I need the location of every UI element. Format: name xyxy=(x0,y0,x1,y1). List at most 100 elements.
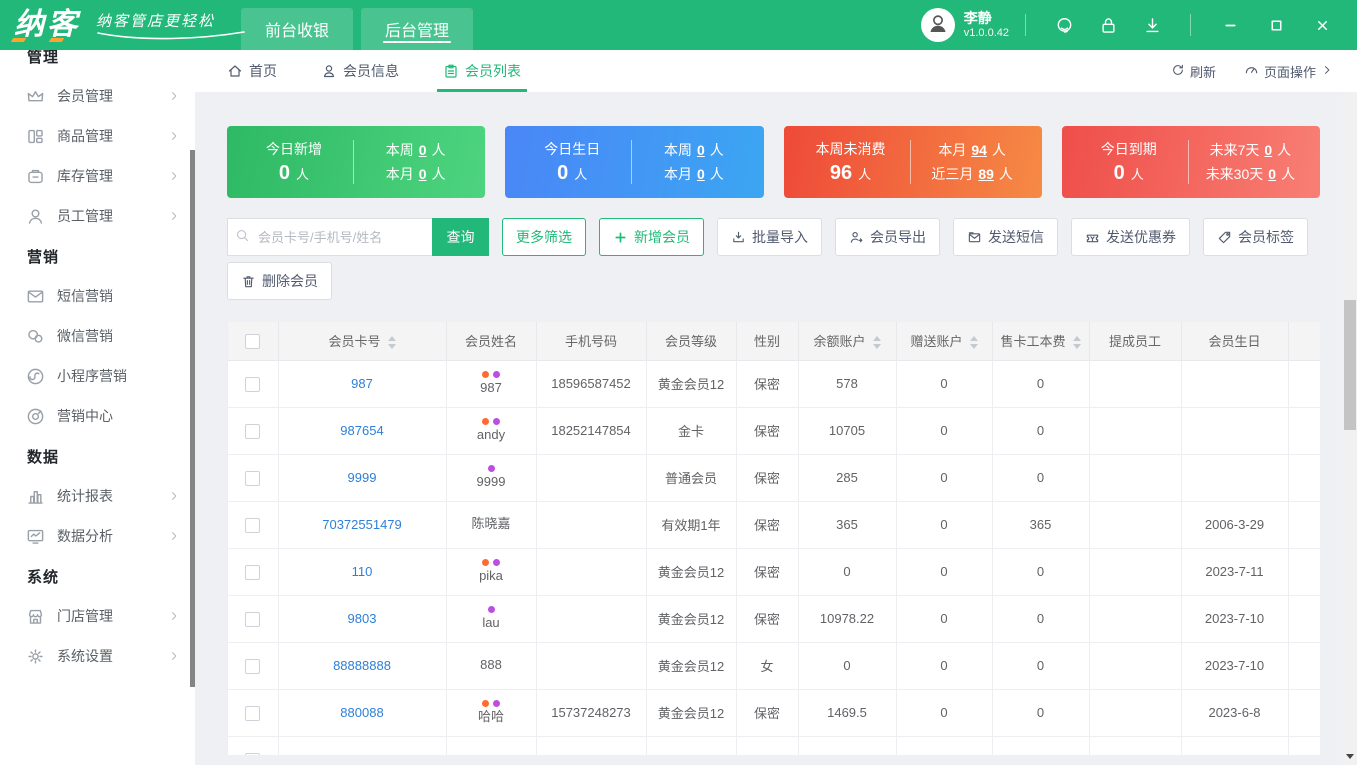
nav-tab-0[interactable]: 前台收银 xyxy=(241,8,354,50)
sidebar-item-label: 数据分析 xyxy=(57,528,113,544)
sidebar-item-0-0[interactable]: 会员管理 xyxy=(0,76,195,116)
tab-1[interactable]: 会员信息 xyxy=(321,50,399,92)
mail-button[interactable]: 发送短信 xyxy=(953,218,1058,256)
stat-detail-value-link[interactable]: 89 xyxy=(978,166,994,182)
member-card-link[interactable]: 9803 xyxy=(348,611,377,626)
row-checkbox[interactable] xyxy=(245,705,261,721)
sidebar-item-3-0[interactable]: 门店管理 xyxy=(0,596,195,636)
tab-2[interactable]: 会员列表 xyxy=(437,50,527,92)
table-header-7[interactable]: 赠送账户 xyxy=(896,322,993,361)
stat-detail-value-link[interactable]: 0 xyxy=(697,166,705,182)
member-name: 哈哈 xyxy=(447,699,536,725)
member-staff xyxy=(1089,642,1182,690)
member-card-link[interactable]: 70372551479 xyxy=(322,517,402,532)
scroll-down-button[interactable] xyxy=(1343,749,1357,763)
export-button[interactable]: 会员导出 xyxy=(835,218,940,256)
main-scrollbar[interactable] xyxy=(1343,92,1357,765)
sidebar-item-label: 微信营销 xyxy=(57,328,113,344)
member-card-link[interactable]: 987654 xyxy=(340,423,383,438)
stat-detail-value-link[interactable]: 0 xyxy=(1268,166,1276,182)
refresh-icon xyxy=(1171,63,1185,80)
main-scrollbar-thumb[interactable] xyxy=(1344,300,1356,430)
export-icon xyxy=(849,230,864,245)
sort-icon[interactable] xyxy=(872,336,881,350)
stat-detail-value-link[interactable]: 0 xyxy=(419,166,427,182)
member-level: 黄金会员12 xyxy=(646,642,737,690)
member-gender: 保密 xyxy=(736,454,799,502)
member-card-link[interactable]: 88888888 xyxy=(333,658,391,673)
app-tagline: 纳客管店更轻松 xyxy=(96,10,245,40)
tag-button[interactable]: 会员标签 xyxy=(1203,218,1308,256)
user-name: 李静 xyxy=(963,10,992,26)
row-checkbox[interactable] xyxy=(245,470,261,486)
search-input[interactable] xyxy=(227,218,432,256)
tabs: 首页 会员信息 会员列表 xyxy=(227,50,565,92)
sidebar-item-3-1[interactable]: 系统设置 xyxy=(0,636,195,676)
sidebar-item-1-0[interactable]: 短信营销 xyxy=(0,276,195,316)
download-icon[interactable] xyxy=(1130,0,1174,50)
topbar-icon-group xyxy=(1042,0,1174,50)
sidebar-item-1-2[interactable]: 小程序营销 xyxy=(0,356,195,396)
plus-button[interactable]: 新增会员 xyxy=(599,218,704,256)
table-header-0[interactable] xyxy=(228,322,279,361)
search-button[interactable]: 查询 xyxy=(432,218,489,256)
member-gift-account: 0 xyxy=(896,407,993,455)
row-checkbox[interactable] xyxy=(245,658,261,674)
table-header-4: 会员等级 xyxy=(646,322,737,361)
stat-detail-value-link[interactable]: 0 xyxy=(419,142,427,158)
member-gender: 保密 xyxy=(736,501,799,549)
member-card-link[interactable]: 987 xyxy=(351,376,373,391)
nav-tab-1[interactable]: 后台管理 xyxy=(361,8,474,50)
row-checkbox[interactable] xyxy=(245,517,261,533)
sidebar-item-0-1[interactable]: 商品管理 xyxy=(0,116,195,156)
sort-icon[interactable] xyxy=(969,336,978,350)
button-label: 更多筛选 xyxy=(516,229,572,245)
trash-button[interactable]: 删除会员 xyxy=(227,262,332,300)
sidebar-item-2-1[interactable]: 数据分析 xyxy=(0,516,195,556)
stat-detail-value-link[interactable]: 94 xyxy=(971,142,987,158)
sidebar-item-1-3[interactable]: 营销中心 xyxy=(0,396,195,436)
row-checkbox[interactable] xyxy=(245,611,261,627)
support-icon[interactable] xyxy=(1042,0,1086,50)
avatar[interactable] xyxy=(920,8,955,42)
table-header-8[interactable]: 售卡工本费 xyxy=(992,322,1090,361)
stat-detail-line: 本月 0 人 xyxy=(663,166,724,182)
sidebar-item-0-2[interactable]: 库存管理 xyxy=(0,156,195,196)
sidebar-item-2-0[interactable]: 统计报表 xyxy=(0,476,195,516)
stat-detail-value-link[interactable]: 0 xyxy=(697,142,705,158)
app-window: 纳客 纳客管店更轻松 前台收银 后台管理 李静 v1.0.0.42 管理会员管理… xyxy=(0,0,1357,765)
minimize-button[interactable] xyxy=(1207,0,1253,50)
refresh-button[interactable]: 刷新 xyxy=(1171,62,1216,81)
sidebar-item-1-1[interactable]: 微信营销 xyxy=(0,316,195,356)
row-checkbox[interactable] xyxy=(245,564,261,580)
sort-icon[interactable] xyxy=(387,336,396,350)
maximize-button[interactable] xyxy=(1253,0,1299,50)
stat-detail-value-link[interactable]: 0 xyxy=(1264,142,1272,158)
member-card-link[interactable]: 110 xyxy=(352,564,373,579)
staff-icon xyxy=(26,207,45,226)
sidebar-item-0-3[interactable]: 员工管理 xyxy=(0,196,195,236)
table-header-6[interactable]: 余额账户 xyxy=(798,322,897,361)
filter-button[interactable]: 更多筛选 xyxy=(502,218,586,256)
tab-0[interactable]: 首页 xyxy=(227,50,277,92)
import-button[interactable]: 批量导入 xyxy=(717,218,822,256)
select-all-checkbox[interactable] xyxy=(245,333,261,349)
coupon-icon xyxy=(1085,230,1100,245)
member-card-link[interactable]: 880088 xyxy=(340,705,383,720)
tab-label: 会员列表 xyxy=(465,63,521,79)
page-operations-button[interactable]: 页面操作 xyxy=(1244,62,1333,81)
row-checkbox[interactable] xyxy=(245,376,261,392)
coupon-button[interactable]: 发送优惠券 xyxy=(1071,218,1190,256)
button-label: 会员标签 xyxy=(1238,229,1294,245)
member-level: 有效期1年 xyxy=(646,501,737,549)
lock-icon[interactable] xyxy=(1086,0,1130,50)
content: 今日新增 0 人 本周 0 人本月 0 人 今日生日 0 人 本周 0 人本月 0 人 本周未消费 96 人 本月 94… xyxy=(195,92,1343,765)
close-button[interactable] xyxy=(1299,0,1345,50)
row-checkbox[interactable] xyxy=(245,752,261,755)
member-phone xyxy=(536,501,647,549)
table-header-1[interactable]: 会员卡号 xyxy=(278,322,447,361)
member-balance: 0 xyxy=(798,642,897,690)
sort-icon[interactable] xyxy=(1072,336,1081,350)
member-card-link[interactable]: 9999 xyxy=(348,470,377,485)
row-checkbox[interactable] xyxy=(245,423,261,439)
